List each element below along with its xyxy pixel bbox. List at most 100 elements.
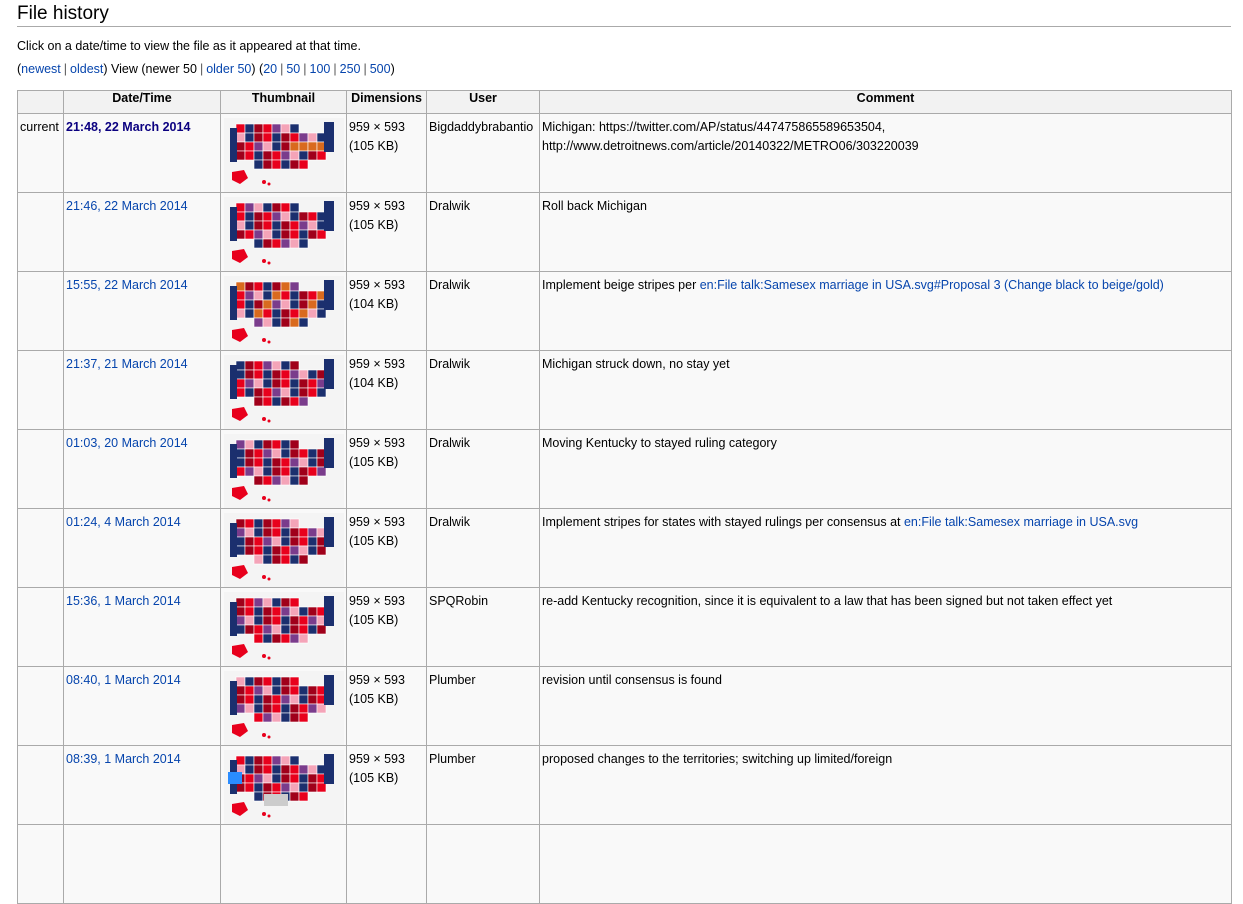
table-row: 08:40, 1 March 2014 959 × 593 (105 KB) Plum…: [17, 666, 1232, 746]
file-size: (105 KB): [349, 613, 399, 627]
user-cell: Dralwik: [426, 271, 540, 351]
section-heading: File history: [17, 0, 1231, 27]
datetime-link[interactable]: 15:55, 22 March 2014: [66, 278, 188, 292]
dimensions-value: 959 × 593: [349, 199, 405, 213]
user-name: Dralwik: [429, 357, 470, 371]
pagination-bar: (newest | oldest) View (newer 50 | older 50)…: [17, 62, 395, 76]
table-row: 08:39, 1 March 2014 959 × 593 (105 KB) Plum…: [17, 745, 1232, 825]
map-thumbnail-icon[interactable]: [223, 276, 344, 350]
thumbnail-cell: [220, 192, 347, 272]
col-header-thumbnail: Thumbnail: [220, 90, 347, 114]
limit-50-link[interactable]: 50: [286, 62, 300, 76]
user-name: Dralwik: [429, 199, 470, 213]
status-cell: current: [17, 113, 64, 193]
thumbnail-cell: [220, 508, 347, 588]
comment-cell: proposed changes to the territories; swi…: [539, 745, 1232, 825]
dimensions-cell: 959 × 593 (105 KB): [346, 192, 427, 272]
datetime-link[interactable]: 21:48, 22 March 2014: [66, 120, 190, 134]
datetime-cell: 21:48, 22 March 2014: [63, 113, 221, 193]
limit-250-link[interactable]: 250: [340, 62, 361, 76]
user-name: Plumber: [429, 673, 476, 687]
user-name: Dralwik: [429, 278, 470, 292]
user-cell: Dralwik: [426, 508, 540, 588]
comment-text: Implement stripes for states with stayed…: [542, 515, 904, 529]
status-cell: [17, 429, 64, 509]
comment-text: Michigan struck down, no stay yet: [542, 357, 730, 371]
user-name: Bigdaddybrabantio: [429, 120, 534, 134]
thumbnail-cell: [220, 745, 347, 825]
older-50-link[interactable]: older 50: [206, 62, 251, 76]
newest-link[interactable]: newest: [21, 62, 61, 76]
datetime-cell: 15:55, 22 March 2014: [63, 271, 221, 351]
comment-text: proposed changes to the territories; swi…: [542, 752, 893, 766]
limit-500-link[interactable]: 500: [370, 62, 391, 76]
col-header-comment: Comment: [539, 90, 1232, 114]
map-thumbnail-icon[interactable]: [223, 197, 344, 271]
col-header-datetime: Date/Time: [63, 90, 221, 114]
limit-20-link[interactable]: 20: [263, 62, 277, 76]
map-thumbnail-icon[interactable]: [223, 592, 344, 666]
user-name: Plumber: [429, 752, 476, 766]
thumbnail-cell: [220, 271, 347, 351]
dimensions-cell: 959 × 593 (105 KB): [346, 587, 427, 667]
comment-link[interactable]: en:File talk:Samesex marriage in USA.svg: [904, 515, 1138, 529]
map-thumbnail-icon[interactable]: [223, 355, 344, 429]
table-row-partial: [17, 824, 1232, 904]
file-history-table: Date/Time Thumbnail Dimensions User Comm…: [17, 90, 1232, 904]
file-size: (104 KB): [349, 376, 399, 390]
datetime-link[interactable]: 01:03, 20 March 2014: [66, 436, 188, 450]
map-thumbnail-icon[interactable]: [223, 671, 344, 745]
comment-text: re-add Kentucky recognition, since it is…: [542, 594, 1113, 608]
status-cell: [17, 666, 64, 746]
datetime-cell: 01:03, 20 March 2014: [63, 429, 221, 509]
table-row: 15:36, 1 March 2014 959 × 593 (105 KB) SPQR…: [17, 587, 1232, 667]
table-row: current 21:48, 22 March 2014 959 × 593 (105…: [17, 113, 1232, 193]
datetime-link[interactable]: 21:37, 21 March 2014: [66, 357, 188, 371]
file-size: (104 KB): [349, 297, 399, 311]
file-size: (105 KB): [349, 771, 399, 785]
map-thumbnail-icon[interactable]: [223, 513, 344, 587]
comment-cell: Implement beige stripes per en:File talk…: [539, 271, 1232, 351]
status-cell: [17, 192, 64, 272]
map-thumbnail-icon[interactable]: [223, 118, 344, 192]
col-header-user: User: [426, 90, 540, 114]
comment-text: Moving Kentucky to stayed ruling categor…: [542, 436, 777, 450]
datetime-cell: 15:36, 1 March 2014: [63, 587, 221, 667]
dimensions-cell: 959 × 593 (104 KB): [346, 271, 427, 351]
thumbnail-cell: [220, 587, 347, 667]
status-cell: [17, 587, 64, 667]
user-name: Dralwik: [429, 515, 470, 529]
thumbnail-cell: [220, 350, 347, 430]
table-row: 01:03, 20 March 2014 959 × 593 (105 KB) Dra…: [17, 429, 1232, 509]
map-thumbnail-icon[interactable]: [223, 434, 344, 508]
datetime-link[interactable]: 15:36, 1 March 2014: [66, 594, 181, 608]
table-row: 21:46, 22 March 2014 959 × 593 (105 KB) Dra…: [17, 192, 1232, 272]
table-row: 21:37, 21 March 2014 959 × 593 (104 KB) Dra…: [17, 350, 1232, 430]
datetime-link[interactable]: 08:40, 1 March 2014: [66, 673, 181, 687]
dimensions-value: 959 × 593: [349, 436, 405, 450]
user-cell: SPQRobin: [426, 587, 540, 667]
dimensions-cell: 959 × 593 (104 KB): [346, 350, 427, 430]
dimensions-cell: 959 × 593 (105 KB): [346, 508, 427, 588]
limit-100-link[interactable]: 100: [310, 62, 331, 76]
col-header-dimensions: Dimensions: [346, 90, 427, 114]
user-cell: Dralwik: [426, 350, 540, 430]
datetime-link[interactable]: 21:46, 22 March 2014: [66, 199, 188, 213]
datetime-link[interactable]: 08:39, 1 March 2014: [66, 752, 181, 766]
dimensions-cell: 959 × 593 (105 KB): [346, 666, 427, 746]
datetime-link[interactable]: 01:24, 4 March 2014: [66, 515, 181, 529]
oldest-link[interactable]: oldest: [70, 62, 103, 76]
user-cell: Bigdaddybrabantio: [426, 113, 540, 193]
map-thumbnail-icon[interactable]: [223, 750, 344, 824]
comment-text: revision until consensus is found: [542, 673, 722, 687]
datetime-cell: 01:24, 4 March 2014: [63, 508, 221, 588]
table-header-row: Date/Time Thumbnail Dimensions User Comm…: [17, 90, 1232, 114]
file-history-section: File history Click on a date/time to vie…: [0, 0, 1243, 904]
user-name: SPQRobin: [429, 594, 489, 608]
thumbnail-cell: [220, 429, 347, 509]
file-size: (105 KB): [349, 218, 399, 232]
intro-text: Click on a date/time to view the file as…: [17, 39, 361, 53]
col-header-status: [17, 90, 64, 114]
comment-cell: Implement stripes for states with stayed…: [539, 508, 1232, 588]
comment-link[interactable]: en:File talk:Samesex marriage in USA.svg…: [700, 278, 1164, 292]
